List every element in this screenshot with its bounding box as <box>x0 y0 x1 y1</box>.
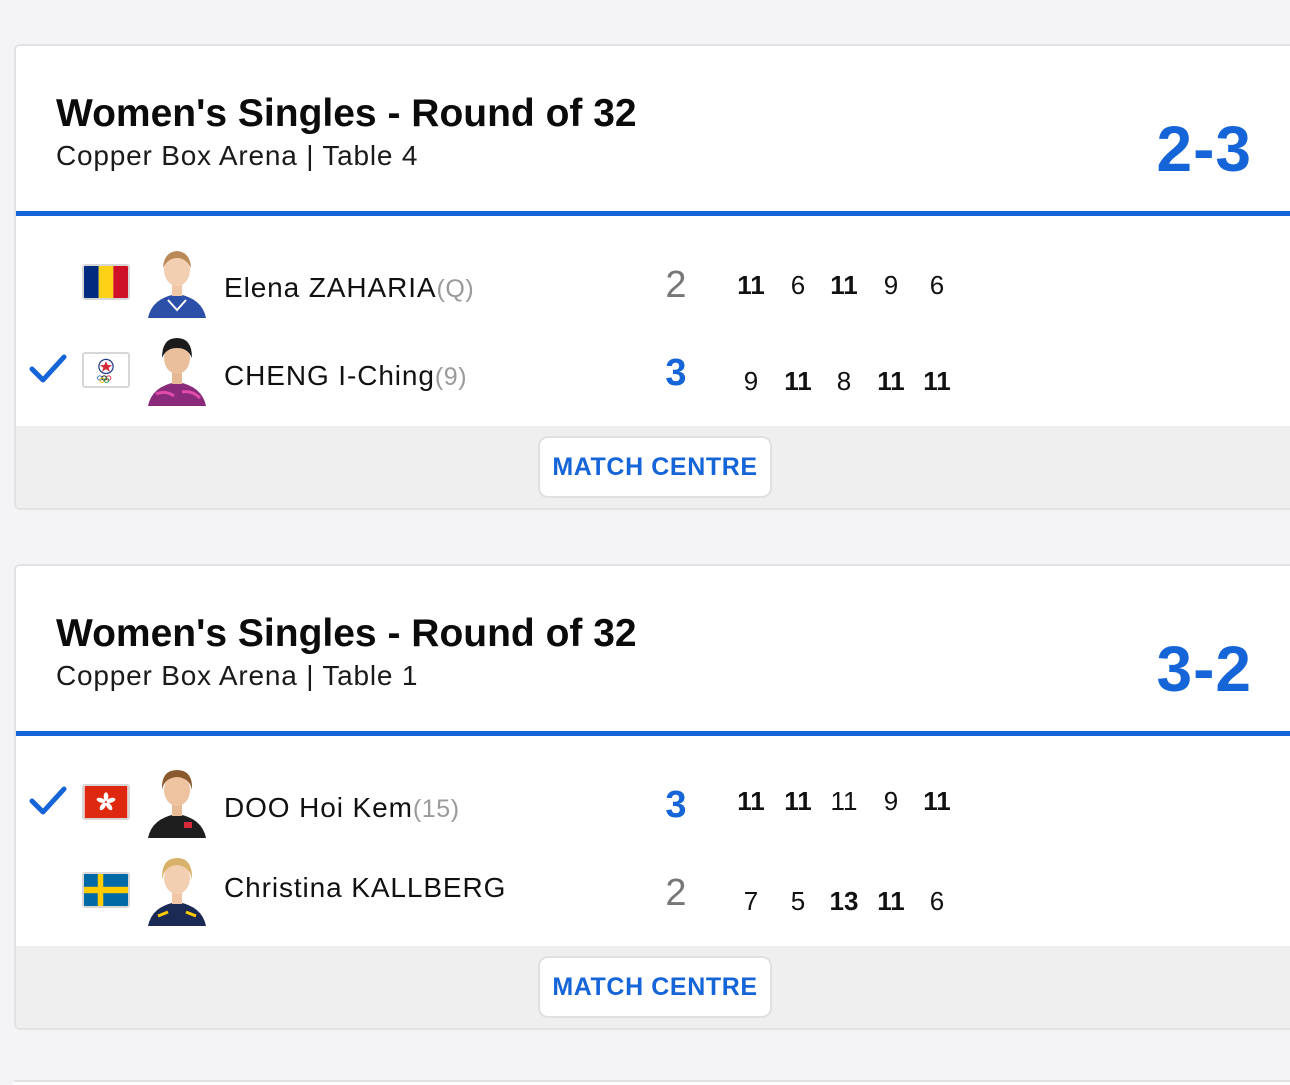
player-name[interactable]: Elena ZAHARIA(Q) <box>224 272 474 304</box>
next-match-card-edge <box>14 1080 1290 1085</box>
player-seed: (15) <box>412 795 460 823</box>
player-seed: (Q) <box>436 275 475 303</box>
player-seed: (9) <box>434 363 468 391</box>
player-row: Christina KALLBERG 2 7 5 13 11 6 <box>16 846 1116 934</box>
romania-flag-icon <box>82 264 130 300</box>
match-venue: Copper Box Arena | Table 1 <box>56 660 419 691</box>
match-venue: Copper Box Arena | Table 4 <box>56 140 419 171</box>
games-won: 2 <box>665 872 687 914</box>
player-avatar <box>146 852 208 926</box>
set-score: 6 <box>929 886 945 916</box>
set-score: 11 <box>830 786 858 816</box>
set-score: 11 <box>830 270 858 300</box>
match-centre-button[interactable]: MATCH CENTRE <box>538 956 772 1018</box>
player-avatar <box>146 332 208 406</box>
match-centre-button[interactable]: MATCH CENTRE <box>538 436 772 498</box>
player-row: CHENG I-Ching(9) 3 9 11 8 11 11 <box>16 326 1116 414</box>
players-list: DOO Hoi Kem(15) 3 11 11 11 9 11 Christin… <box>16 736 1290 946</box>
set-score: 13 <box>829 886 859 916</box>
set-score: 11 <box>784 786 812 816</box>
set-score: 6 <box>790 270 806 300</box>
winner-check-icon <box>29 786 67 815</box>
match-title: Women's Singles - Round of 32 <box>56 612 637 655</box>
games-won: 3 <box>665 352 687 394</box>
set-score: 5 <box>790 886 806 916</box>
player-avatar <box>146 244 208 318</box>
match-footer: MATCH CENTRE <box>16 946 1290 1028</box>
chinese-taipei-flag-icon <box>82 352 130 388</box>
match-header: Women's Singles - Round of 32 Copper Box… <box>16 566 1290 736</box>
set-score: 11 <box>923 786 951 816</box>
sweden-flag-icon <box>82 872 130 908</box>
match-score: 2-3 <box>1156 113 1252 185</box>
set-score: 11 <box>877 366 905 396</box>
player-row: DOO Hoi Kem(15) 3 11 11 11 9 11 <box>16 758 1116 846</box>
match-card: Women's Singles - Round of 32 Copper Box… <box>14 564 1290 1030</box>
player-row: Elena ZAHARIA(Q) 2 11 6 11 9 6 <box>16 238 1116 326</box>
match-score: 3-2 <box>1156 633 1252 705</box>
games-won: 2 <box>665 264 687 306</box>
games-won: 3 <box>665 784 687 826</box>
player-name[interactable]: DOO Hoi Kem(15) <box>224 792 460 824</box>
match-header: Women's Singles - Round of 32 Copper Box… <box>16 46 1290 216</box>
hong-kong-flag-icon <box>82 784 130 820</box>
player-name[interactable]: Christina KALLBERG <box>224 872 506 904</box>
set-score: 11 <box>737 270 765 300</box>
match-title: Women's Singles - Round of 32 <box>56 92 637 135</box>
set-score: 6 <box>929 270 945 300</box>
set-score: 9 <box>883 786 899 816</box>
set-score: 7 <box>743 886 759 916</box>
player-avatar <box>146 764 208 838</box>
set-score: 11 <box>877 886 905 916</box>
set-score: 11 <box>784 366 812 396</box>
set-score: 11 <box>923 366 951 396</box>
match-card: Women's Singles - Round of 32 Copper Box… <box>14 44 1290 510</box>
players-list: Elena ZAHARIA(Q) 2 11 6 11 9 6 CHENG I-C… <box>16 216 1290 426</box>
set-score: 8 <box>836 366 852 396</box>
set-score: 9 <box>883 270 899 300</box>
set-score: 11 <box>737 786 765 816</box>
winner-check-icon <box>29 354 67 383</box>
match-footer: MATCH CENTRE <box>16 426 1290 508</box>
player-name[interactable]: CHENG I-Ching(9) <box>224 360 467 392</box>
set-score: 9 <box>743 366 759 396</box>
